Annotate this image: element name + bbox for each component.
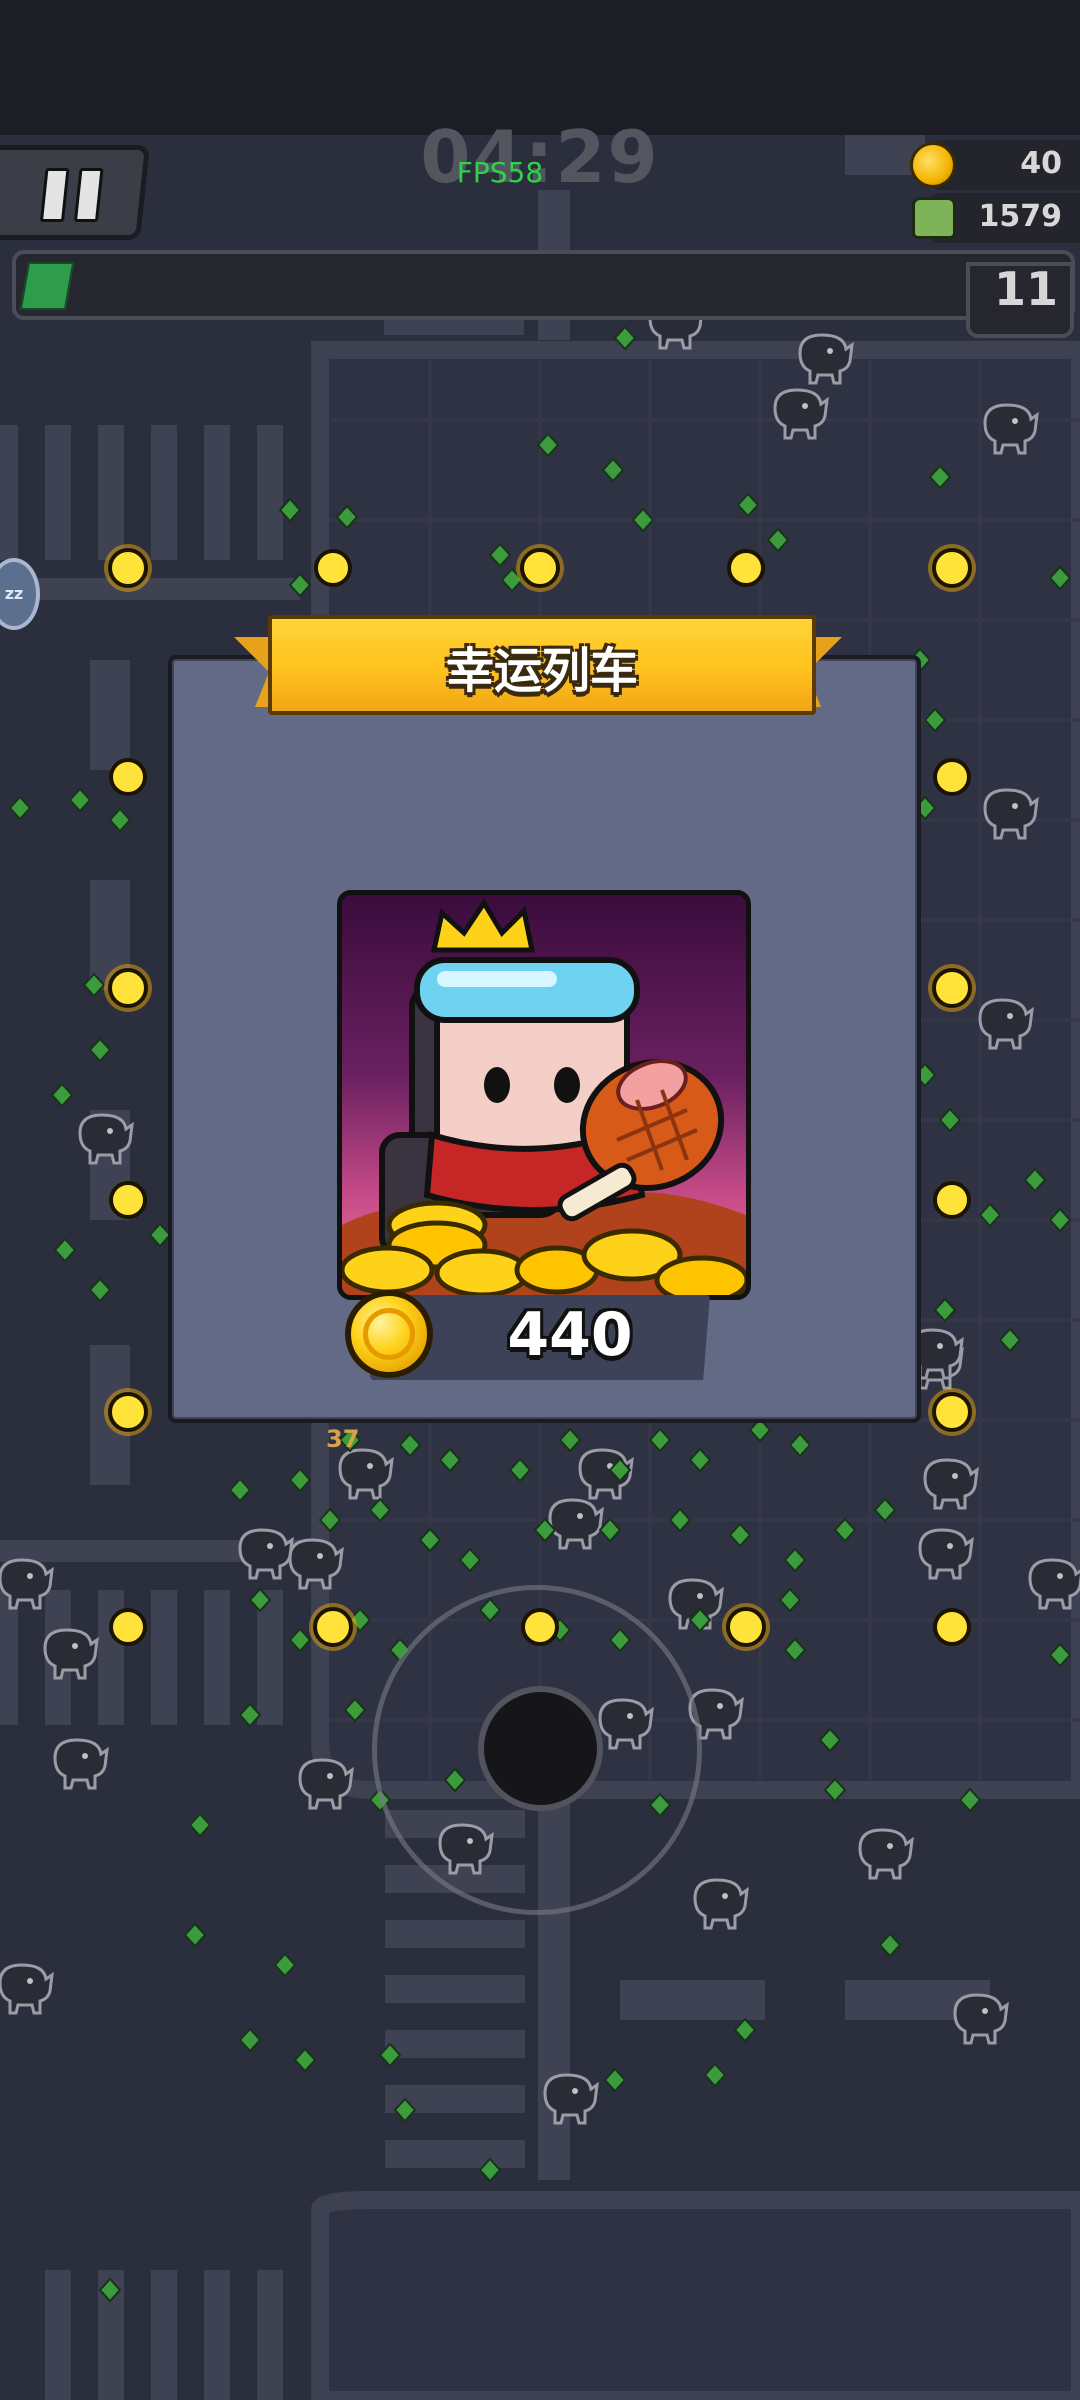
reward-amount: 440 xyxy=(507,1300,633,1370)
coin-counter: 40 xyxy=(910,140,1080,190)
fps-counter: FPS58 xyxy=(456,156,544,189)
reward-image xyxy=(337,890,751,1300)
xp-bar xyxy=(12,250,1075,320)
level-number: 11 xyxy=(993,262,1058,316)
popup-title: 幸运列车 xyxy=(445,643,638,699)
coin-icon xyxy=(345,1290,433,1378)
skull-icon xyxy=(912,197,956,239)
damage-number: 37 xyxy=(326,1425,360,1453)
joystick-knob[interactable] xyxy=(478,1686,603,1811)
kill-counter: 1579 xyxy=(912,193,1080,243)
coin-icon xyxy=(910,142,956,188)
popup-banner: 幸运列车 xyxy=(228,615,848,725)
sleep-label: zz xyxy=(4,584,24,603)
kill-count: 1579 xyxy=(978,199,1063,234)
pause-button[interactable] xyxy=(0,145,150,240)
xp-bar-fill xyxy=(19,262,74,310)
coin-count: 40 xyxy=(1020,146,1062,181)
